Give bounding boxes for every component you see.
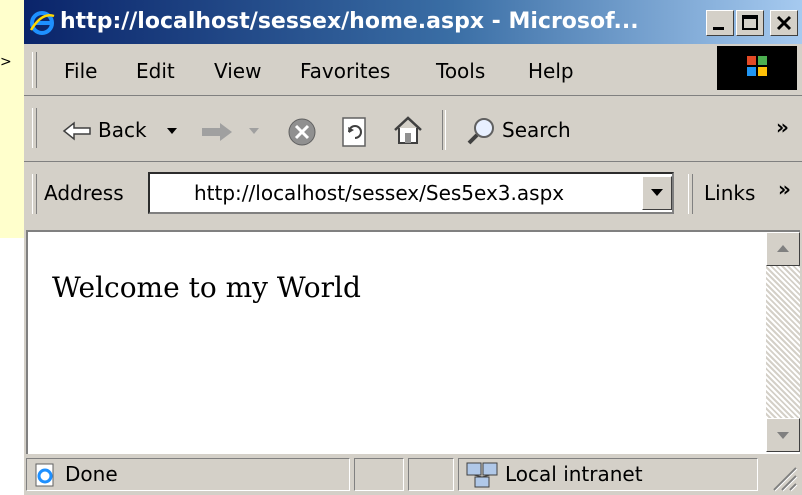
- status-bar: Done Local intranet: [24, 454, 802, 495]
- links-label[interactable]: Links: [704, 180, 755, 206]
- maximize-icon: [742, 15, 758, 30]
- resize-grip-icon[interactable]: [768, 462, 798, 492]
- status-pane-blank-2: [408, 458, 454, 491]
- status-text: Done: [65, 462, 118, 486]
- forward-arrow-icon[interactable]: [200, 120, 234, 144]
- title-bar[interactable]: http://localhost/sessex/home.aspx - Micr…: [24, 0, 802, 44]
- browser-window: http://localhost/sessex/home.aspx - Micr…: [24, 0, 802, 495]
- search-button[interactable]: Search: [464, 114, 590, 146]
- minimize-button[interactable]: [706, 10, 734, 36]
- page-content: Welcome to my World: [26, 230, 800, 454]
- ie-icon: [28, 10, 56, 36]
- chevron-down-icon: [651, 189, 663, 196]
- welcome-text: Welcome to my World: [52, 271, 361, 304]
- menu-bar: File Edit View Favorites Tools Help: [24, 44, 802, 96]
- toolbar-separator: [442, 110, 446, 150]
- address-bar-grip[interactable]: [32, 174, 37, 214]
- menu-item-file[interactable]: File: [64, 58, 97, 84]
- refresh-icon[interactable]: [340, 116, 370, 148]
- links-overflow-chevron[interactable]: »: [778, 176, 791, 202]
- address-label: Address: [44, 181, 124, 205]
- close-button[interactable]: [770, 10, 798, 36]
- toolbar-grip[interactable]: [32, 108, 37, 148]
- window-title: http://localhost/sessex/home.aspx - Micr…: [60, 9, 639, 34]
- menu-bar-grip[interactable]: [32, 52, 37, 88]
- intranet-zone-icon: [466, 462, 498, 488]
- close-icon: [776, 15, 792, 31]
- menu-item-tools[interactable]: Tools: [436, 58, 485, 84]
- background-arrow-text: >: [0, 54, 12, 70]
- address-field[interactable]: http://localhost/sessex/Ses5ex3.aspx: [148, 172, 674, 214]
- vertical-scrollbar[interactable]: [766, 232, 800, 452]
- minimize-icon: [713, 27, 724, 30]
- menu-item-favorites[interactable]: Favorites: [300, 58, 390, 84]
- address-url[interactable]: http://localhost/sessex/Ses5ex3.aspx: [194, 180, 564, 206]
- status-pane-zone: Local intranet: [458, 458, 758, 491]
- standard-toolbar: Back Search »: [24, 96, 802, 162]
- desktop-background-band: [0, 238, 24, 495]
- menu-item-help[interactable]: Help: [528, 58, 574, 84]
- status-pane-blank-1: [354, 458, 404, 491]
- address-bar: Address http://localhost/sessex/Ses5ex3.…: [24, 162, 802, 226]
- status-pane-main: Done: [26, 458, 350, 491]
- address-dropdown-button[interactable]: [642, 176, 672, 210]
- search-label: Search: [502, 118, 571, 142]
- back-dropdown-icon[interactable]: [166, 126, 178, 136]
- menu-item-edit[interactable]: Edit: [136, 58, 175, 84]
- back-arrow-icon: [62, 121, 91, 141]
- scroll-down-icon: [777, 432, 789, 439]
- windows-logo: [717, 46, 797, 90]
- maximize-button[interactable]: [736, 10, 764, 36]
- page-done-icon: [35, 463, 54, 487]
- toolbar-overflow-chevron[interactable]: »: [776, 114, 789, 140]
- forward-dropdown-icon[interactable]: [248, 126, 260, 136]
- back-label: Back: [98, 118, 147, 142]
- zone-text: Local intranet: [505, 462, 643, 486]
- scroll-down-button[interactable]: [766, 418, 800, 452]
- menu-item-view[interactable]: View: [214, 58, 261, 84]
- home-icon[interactable]: [392, 114, 424, 146]
- scroll-up-button[interactable]: [766, 232, 800, 266]
- scroll-up-icon: [777, 245, 789, 252]
- stop-icon[interactable]: [286, 116, 318, 148]
- links-grip[interactable]: [688, 174, 693, 214]
- search-icon: [467, 118, 494, 145]
